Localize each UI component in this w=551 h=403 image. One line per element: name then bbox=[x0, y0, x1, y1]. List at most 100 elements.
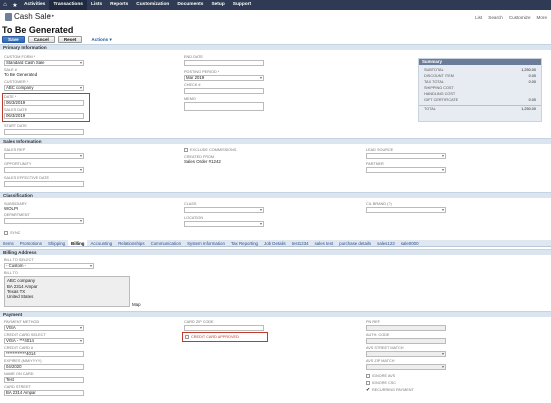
tab-sales123[interactable]: sales123 bbox=[374, 240, 398, 246]
tab-purchase-details[interactable]: purchase details bbox=[336, 240, 374, 246]
page-title: To Be Generated bbox=[2, 25, 74, 35]
cancel-button[interactable]: Cancel bbox=[27, 36, 55, 43]
record-nav-arrows-icon[interactable]: ◂ ▸ bbox=[48, 13, 54, 19]
avs-zip-label: AVS ZIP MATCH bbox=[366, 359, 395, 363]
memo-label: MEMO bbox=[184, 97, 196, 101]
tab-system-information[interactable]: System Information bbox=[184, 240, 228, 246]
tab-billing[interactable]: Billing bbox=[68, 240, 88, 246]
lead-source-label: LEAD SOURCE bbox=[366, 148, 394, 152]
class-select[interactable] bbox=[184, 207, 264, 213]
tab-sales-test[interactable]: sales test bbox=[312, 240, 337, 246]
cil-brand-select[interactable] bbox=[366, 207, 446, 213]
tab-communication[interactable]: Communication bbox=[148, 240, 185, 246]
partner-select[interactable] bbox=[366, 167, 446, 173]
card-select[interactable]: VISA - ***4014 bbox=[4, 338, 84, 344]
bill-to-line: United States bbox=[7, 294, 34, 299]
end-date-field[interactable] bbox=[184, 60, 264, 66]
ignore-avs-checkbox[interactable] bbox=[366, 374, 370, 378]
name-on-card-field[interactable]: Test bbox=[4, 377, 84, 383]
custom-form-select[interactable]: Standard Cash Sale bbox=[4, 60, 84, 66]
bill-to-select[interactable]: - Custom - bbox=[4, 263, 94, 269]
record-type-icon bbox=[5, 13, 12, 21]
tab-promotions[interactable]: Promotions bbox=[17, 240, 45, 246]
customize-link[interactable]: Customize bbox=[509, 15, 531, 20]
classification-header[interactable]: Classification bbox=[0, 192, 551, 198]
expires-field[interactable]: 04/2020 bbox=[4, 364, 84, 370]
sale-no-value: To Be Generated bbox=[4, 72, 38, 77]
approved-checkbox[interactable] bbox=[185, 335, 189, 339]
avs-zip-select[interactable] bbox=[366, 364, 446, 370]
reset-button[interactable]: Reset bbox=[57, 36, 83, 43]
tab-items[interactable]: Items bbox=[0, 240, 17, 246]
pn-ref-field[interactable] bbox=[366, 325, 446, 331]
created-from-link[interactable]: Sales Order #1242 bbox=[184, 159, 221, 164]
more-link[interactable]: More bbox=[537, 15, 547, 20]
posting-period-select[interactable]: Mar 2019 bbox=[184, 75, 264, 81]
nav-transactions[interactable]: Transactions bbox=[49, 0, 87, 10]
tab-accounting[interactable]: Accounting bbox=[87, 240, 115, 246]
button-bar: Save Cancel Reset Actions ▾ bbox=[2, 36, 112, 43]
home-icon[interactable]: ⌂ bbox=[0, 0, 10, 10]
tab-shipping[interactable]: Shipping bbox=[45, 240, 68, 246]
auth-code-field[interactable] bbox=[366, 338, 446, 344]
partner-label: PARTNER bbox=[366, 162, 384, 166]
billing-address-header[interactable]: Billing Address bbox=[0, 249, 551, 255]
nav-activities[interactable]: Activities bbox=[20, 0, 49, 10]
summary-row: GIFT CERTIFICATE 0.00 bbox=[424, 98, 536, 102]
payment-header[interactable]: Payment bbox=[0, 311, 551, 317]
card-street-field[interactable]: BA 2314 Ampar bbox=[4, 390, 84, 396]
bill-to-textarea[interactable]: ABC company BA 2314 Ampar Texas TX Unite… bbox=[4, 276, 130, 307]
avs-street-select[interactable] bbox=[366, 351, 446, 357]
save-button[interactable]: Save bbox=[2, 36, 25, 43]
start-date-field[interactable] bbox=[4, 129, 84, 135]
ignore-csc-checkbox[interactable] bbox=[366, 381, 370, 385]
exclude-commissions-label: EXCLUDE COMMISSIONS bbox=[190, 148, 237, 152]
map-link[interactable]: Map bbox=[132, 302, 141, 307]
nav-lists[interactable]: Lists bbox=[87, 0, 106, 10]
record-links: List Search Customize More bbox=[475, 15, 547, 20]
customer-select[interactable]: ABC company bbox=[4, 85, 84, 91]
list-link[interactable]: List bbox=[475, 15, 482, 20]
check-field[interactable] bbox=[184, 88, 264, 94]
primary-info-header[interactable]: Primary Information bbox=[0, 44, 551, 50]
search-link[interactable]: Search bbox=[488, 15, 503, 20]
star-icon[interactable]: ★ bbox=[10, 0, 20, 10]
recurring-checkbox[interactable]: ✔ bbox=[366, 387, 370, 393]
department-select[interactable] bbox=[4, 218, 84, 224]
memo-field[interactable] bbox=[184, 102, 264, 111]
tab-sale0000[interactable]: sale0000 bbox=[398, 240, 422, 246]
department-label: DEPARTMENT bbox=[4, 213, 30, 217]
summary-total-row: TOTAL 1,250.00 bbox=[419, 105, 541, 111]
location-select[interactable] bbox=[184, 221, 264, 227]
nav-customization[interactable]: Customization bbox=[132, 0, 173, 10]
approved-label: CREDIT CARD APPROVED bbox=[191, 335, 239, 339]
tab-test1234[interactable]: test1234 bbox=[289, 240, 312, 246]
date-field[interactable]: 06/3/2019 bbox=[4, 100, 84, 106]
sales-rep-select[interactable] bbox=[4, 153, 84, 159]
tab-relationships[interactable]: Relationships bbox=[115, 240, 147, 246]
card-number-field[interactable]: ************4014 bbox=[4, 351, 84, 357]
subtab-bar: Items Promotions Shipping Billing Accoun… bbox=[0, 240, 551, 247]
bill-to-line: ABC company bbox=[7, 278, 36, 283]
location-label: LOCATION bbox=[184, 216, 204, 220]
tab-tax-reporting[interactable]: Tax Reporting bbox=[228, 240, 261, 246]
recurring-label: RECURRING PAYMENT bbox=[372, 388, 414, 392]
lead-source-select[interactable] bbox=[366, 153, 446, 159]
nav-documents[interactable]: Documents bbox=[173, 0, 207, 10]
card-zip-label: CARD ZIP CODE bbox=[184, 320, 214, 324]
sales-info-header[interactable]: Sales Information bbox=[0, 138, 551, 144]
nav-support[interactable]: Support bbox=[229, 0, 255, 10]
payment-method-select[interactable]: VISA bbox=[4, 325, 84, 331]
sales-date-field[interactable]: 06/3/2019 bbox=[4, 113, 84, 119]
opportunity-select[interactable] bbox=[4, 167, 84, 173]
actions-menu[interactable]: Actions ▾ bbox=[91, 37, 111, 43]
sync-checkbox[interactable] bbox=[4, 231, 8, 235]
tab-job-details[interactable]: Job Details bbox=[261, 240, 289, 246]
nav-setup[interactable]: Setup bbox=[207, 0, 228, 10]
sales-effective-field[interactable] bbox=[4, 181, 84, 187]
card-zip-field[interactable] bbox=[184, 325, 264, 331]
nav-reports[interactable]: Reports bbox=[106, 0, 132, 10]
exclude-commissions-checkbox[interactable] bbox=[184, 148, 188, 152]
custom-form-label: CUSTOM FORM * bbox=[4, 55, 36, 59]
sales-effective-label: SALES EFFECTIVE DATE bbox=[4, 176, 50, 180]
